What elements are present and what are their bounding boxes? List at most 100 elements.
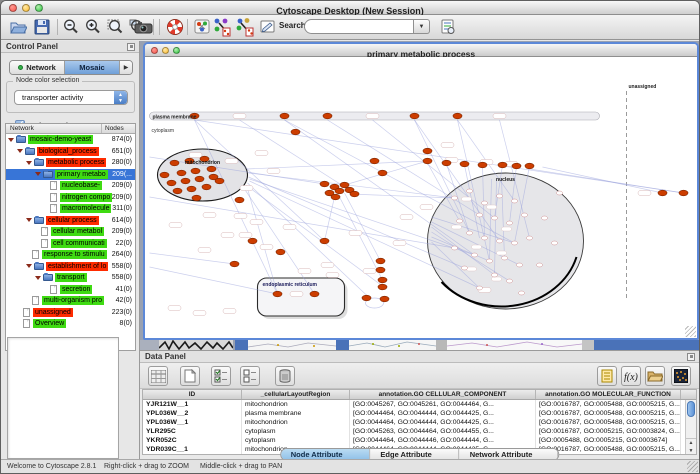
column-header[interactable]: annotation.GO CELLULAR_COMPONENT	[350, 390, 536, 399]
zoom-in-icon[interactable]	[83, 17, 103, 37]
minimize-button[interactable]	[22, 4, 30, 12]
network-node[interactable]	[187, 186, 196, 192]
zoom-button[interactable]	[173, 47, 180, 54]
node-color-select[interactable]: transporter activity ▲▼	[14, 90, 128, 105]
network-node[interactable]	[457, 219, 463, 223]
network-node[interactable]	[512, 199, 518, 203]
tree-col-divider[interactable]	[101, 124, 102, 133]
expand-arrow-icon[interactable]	[17, 149, 23, 153]
table-row[interactable]: YPL036W__2plasma membrane[GO:0044464, GO…	[143, 409, 696, 418]
network-node[interactable]	[276, 249, 285, 255]
network-node[interactable]	[507, 221, 513, 225]
attribute-table-icon[interactable]	[148, 366, 168, 386]
network-node[interactable]	[517, 263, 523, 267]
close-button[interactable]	[9, 4, 17, 12]
background-window-edge[interactable]	[594, 340, 699, 350]
network-node[interactable]	[537, 263, 543, 267]
tree-row[interactable]: cell communicati22(0)	[6, 238, 135, 250]
unselect-attributes-icon[interactable]	[240, 366, 260, 386]
float-panel-icon[interactable]	[127, 43, 135, 51]
network-node[interactable]	[679, 190, 688, 196]
network-node[interactable]	[467, 231, 473, 235]
search-input[interactable]	[304, 19, 414, 34]
tree-row[interactable]: mosaic-demo-yeast874(0)	[6, 134, 135, 146]
network-node[interactable]	[177, 170, 186, 176]
background-window-sliver[interactable]	[447, 340, 582, 350]
network-node[interactable]	[192, 195, 201, 201]
tree-row[interactable]: biological_process651(0)	[6, 146, 135, 158]
formula-icon[interactable]: f(x)	[621, 366, 641, 386]
tree-row[interactable]: cellular metabol209(0)	[6, 226, 135, 238]
overview-icon[interactable]	[192, 17, 212, 37]
network-window-titlebar[interactable]: primary metabolic process	[145, 44, 697, 57]
tree-row[interactable]: primary metabo209(...	[6, 169, 135, 181]
expand-arrow-icon[interactable]	[8, 138, 14, 142]
table-row[interactable]: YPL036W__1mitochondrion[GO:0044464, GO:0…	[143, 418, 696, 427]
tree-row[interactable]: multi-organism pro42(0)	[6, 295, 135, 307]
network-node[interactable]	[492, 216, 498, 220]
background-window-edge[interactable]	[235, 340, 248, 350]
select-attributes-icon[interactable]	[211, 366, 231, 386]
background-window-sliver[interactable]	[248, 340, 336, 350]
network-tree-header[interactable]: Network Nodes	[6, 124, 135, 134]
network-node[interactable]	[362, 295, 371, 301]
zoom-fit-icon[interactable]	[105, 17, 125, 37]
column-header[interactable]: _cellularLayoutRegion	[242, 390, 350, 399]
network-node[interactable]	[512, 241, 518, 245]
tree-row[interactable]: metabolic process280(0)	[6, 157, 135, 169]
network-node[interactable]	[202, 184, 211, 190]
network-node[interactable]	[482, 201, 488, 205]
more-tabs-arrow-icon[interactable]: ▶	[120, 61, 132, 74]
network-graph[interactable]: plasma membrane cytoplasm mitochondrion …	[145, 57, 697, 338]
network-node[interactable]	[557, 191, 563, 195]
tree-row[interactable]: macromolecule311(0)	[6, 203, 135, 215]
network-node[interactable]	[291, 129, 300, 135]
network-node[interactable]	[195, 176, 204, 182]
network-node[interactable]	[191, 168, 200, 174]
network-node[interactable]	[472, 253, 478, 257]
network-node[interactable]	[467, 189, 473, 193]
birds-eye-view[interactable]	[7, 337, 119, 459]
network-node[interactable]	[498, 162, 507, 168]
minimize-button[interactable]	[162, 47, 169, 54]
background-windows[interactable]	[140, 340, 699, 350]
help-icon[interactable]	[165, 17, 185, 37]
network-node[interactable]	[542, 216, 548, 220]
network-node[interactable]	[235, 197, 244, 203]
background-window-sliver[interactable]	[349, 340, 436, 350]
layout-icon-b[interactable]	[235, 17, 255, 37]
scrollbar-thumb[interactable]	[687, 401, 695, 417]
close-button[interactable]	[151, 47, 158, 54]
network-node[interactable]	[376, 258, 385, 264]
network-node[interactable]	[160, 172, 169, 178]
network-node[interactable]	[410, 113, 419, 119]
tree-row[interactable]: unassigned223(0)	[6, 307, 135, 319]
network-node[interactable]	[482, 236, 488, 240]
tree-row[interactable]: cellular process614(0)	[6, 215, 135, 227]
network-node[interactable]	[248, 238, 257, 244]
network-node[interactable]	[320, 238, 329, 244]
delete-attribute-icon[interactable]	[275, 366, 295, 386]
expand-arrow-icon[interactable]	[26, 161, 32, 165]
table-row[interactable]: YKR052Ccytoplasm[GO:0044464, GO:0044446,…	[143, 436, 696, 445]
network-node[interactable]	[525, 163, 534, 169]
table-scrollbar[interactable]: ▲▼	[685, 400, 696, 454]
network-node[interactable]	[497, 194, 503, 198]
network-node[interactable]	[170, 160, 179, 166]
tab-mosaic[interactable]: Mosaic	[65, 61, 120, 74]
network-node[interactable]	[370, 158, 379, 164]
table-row[interactable]: YJR121W__1mitochondrion[GO:0045267, GO:0…	[143, 400, 696, 409]
network-node[interactable]	[331, 194, 340, 200]
column-header[interactable]: ID	[143, 390, 242, 399]
search-dropdown-arrow-icon[interactable]: ▼	[414, 19, 430, 34]
tree-row[interactable]: nucleobase-209(0)	[6, 180, 135, 192]
open-attribute-icon[interactable]	[645, 366, 665, 386]
matrix-icon[interactable]	[671, 366, 691, 386]
network-node[interactable]	[452, 246, 458, 250]
network-node[interactable]	[477, 213, 483, 217]
tab-network[interactable]: Network	[10, 61, 65, 74]
expand-arrow-icon[interactable]	[26, 264, 32, 268]
search-options-icon[interactable]	[438, 17, 458, 37]
network-node[interactable]	[492, 273, 498, 277]
tree-row[interactable]: transport558(0)	[6, 272, 135, 284]
